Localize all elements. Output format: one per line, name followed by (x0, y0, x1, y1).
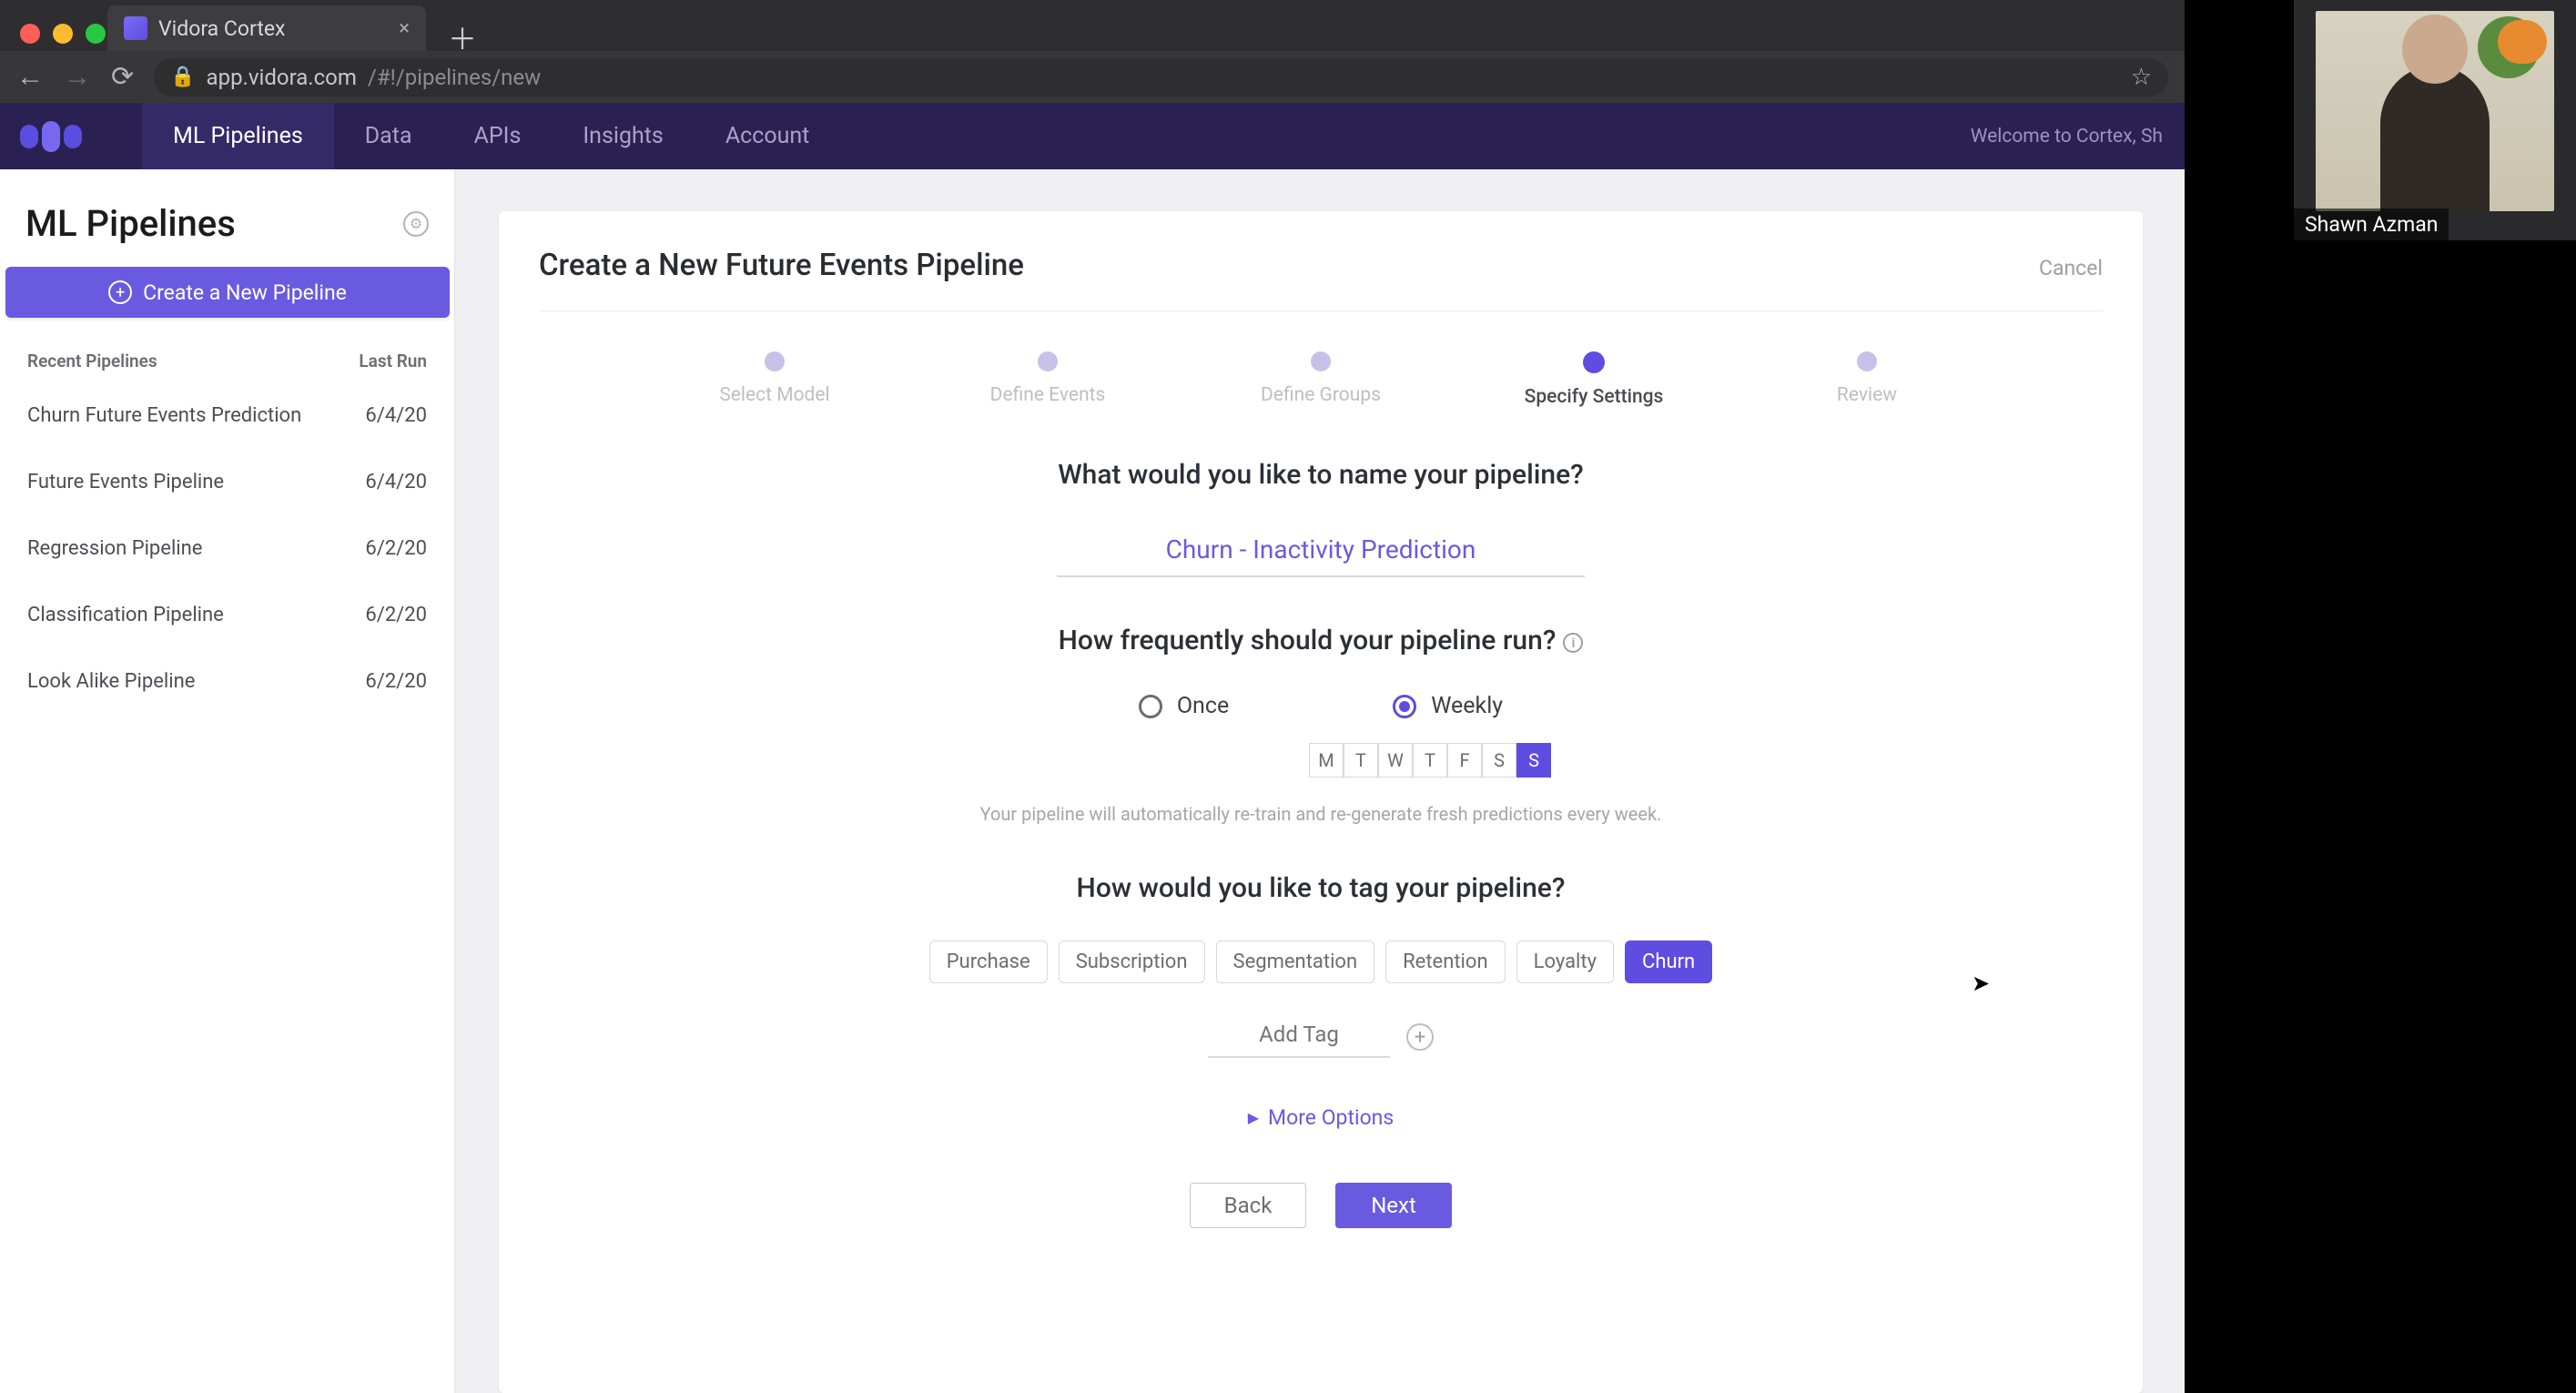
welcome-text: Welcome to Cortex, Sh (1971, 126, 2163, 147)
address-bar[interactable]: 🔒 app.vidora.com /#!/pipelines/new ☆ (154, 58, 2168, 97)
wizard-stepper: Select Model Define Events Define Groups… (539, 351, 2103, 408)
next-button[interactable]: Next (1335, 1183, 1452, 1228)
settings-gear-icon[interactable]: ⚙ (403, 211, 429, 237)
video-participant-tile[interactable]: Shawn Azman (2294, 0, 2576, 240)
browser-tab[interactable]: Vidora Cortex × (107, 5, 426, 51)
col-header-name: Recent Pipelines (27, 351, 157, 371)
forward-icon[interactable]: → (64, 61, 91, 93)
back-icon[interactable]: ← (16, 61, 44, 93)
lock-icon: 🔒 (170, 66, 195, 88)
wizard-card: Create a New Future Events Pipeline Canc… (499, 211, 2143, 1393)
tab-title: Vidora Cortex (158, 16, 388, 41)
sidebar-title: ML Pipelines (25, 202, 236, 245)
mac-window-controls (20, 24, 106, 44)
nav-account[interactable]: Account (695, 103, 841, 169)
step-define-events[interactable]: Define Events (984, 351, 1111, 408)
step-specify-settings[interactable]: Specify Settings (1530, 351, 1658, 408)
minimize-window-icon[interactable] (53, 24, 73, 44)
add-tag-button[interactable]: + (1406, 1023, 1434, 1051)
pipeline-row[interactable]: Future Events Pipeline6/4/20 (0, 449, 454, 515)
more-options-toggle[interactable]: ▶ More Options (539, 1105, 2103, 1130)
step-review[interactable]: Review (1803, 351, 1931, 408)
participant-name: Shawn Azman (2294, 208, 2449, 240)
sidebar: ML Pipelines ⚙ + Create a New Pipeline R… (0, 169, 455, 1393)
recent-pipelines-table: Recent Pipelines Last Run Churn Future E… (0, 351, 454, 715)
tag-loyalty[interactable]: Loyalty (1516, 941, 1614, 983)
address-row: ← → ⟳ 🔒 app.vidora.com /#!/pipelines/new … (0, 51, 2185, 103)
reload-icon[interactable]: ⟳ (111, 61, 134, 93)
radio-weekly[interactable]: Weekly (1393, 693, 1503, 719)
day-thu[interactable]: T (1413, 743, 1447, 778)
create-pipeline-label: Create a New Pipeline (143, 280, 347, 305)
tab-close-icon[interactable]: × (399, 17, 410, 40)
nav-ml-pipelines[interactable]: ML Pipelines (142, 103, 334, 169)
pipeline-name-input[interactable] (1057, 527, 1585, 577)
day-wed[interactable]: W (1378, 743, 1413, 778)
col-header-lastrun: Last Run (359, 351, 427, 371)
nav-data[interactable]: Data (334, 103, 443, 169)
day-tue[interactable]: T (1344, 743, 1378, 778)
cancel-link[interactable]: Cancel (2039, 256, 2103, 280)
favicon-icon (124, 16, 147, 40)
maximize-window-icon[interactable] (86, 24, 106, 44)
question-name: What would you like to name your pipelin… (539, 459, 2103, 491)
tag-row: Purchase Subscription Segmentation Reten… (539, 941, 2103, 983)
app-navbar: ML Pipelines Data APIs Insights Account … (0, 103, 2185, 169)
nav-items: ML Pipelines Data APIs Insights Account (142, 103, 840, 169)
pipeline-row[interactable]: Look Alike Pipeline6/2/20 (0, 648, 454, 715)
nav-insights[interactable]: Insights (552, 103, 694, 169)
tag-churn[interactable]: Churn (1625, 941, 1712, 983)
pipeline-row[interactable]: Regression Pipeline6/2/20 (0, 515, 454, 582)
triangle-right-icon: ▶ (1248, 1109, 1259, 1126)
pipeline-row[interactable]: Classification Pipeline6/2/20 (0, 582, 454, 648)
url-path: /#!/pipelines/new (368, 65, 541, 90)
tag-subscription[interactable]: Subscription (1059, 941, 1205, 983)
person-silhouette-icon (2380, 66, 2490, 211)
radio-once[interactable]: Once (1139, 693, 1229, 719)
info-icon[interactable]: i (1563, 633, 1583, 653)
bookmark-star-icon[interactable]: ☆ (2131, 64, 2152, 91)
day-sat[interactable]: S (1482, 743, 1516, 778)
step-define-groups[interactable]: Define Groups (1257, 351, 1384, 408)
browser-chrome: Vidora Cortex × ＋ ← → ⟳ 🔒 app.vidora.com… (0, 0, 2185, 103)
pipeline-row[interactable]: Churn Future Events Prediction6/4/20 (0, 382, 454, 449)
tag-purchase[interactable]: Purchase (929, 941, 1048, 983)
nav-apis[interactable]: APIs (443, 103, 553, 169)
add-tag-input[interactable] (1208, 1016, 1390, 1058)
frequency-hint: Your pipeline will automatically re-trai… (539, 803, 2103, 825)
day-mon[interactable]: M (1309, 743, 1344, 778)
tag-segmentation[interactable]: Segmentation (1216, 941, 1375, 983)
close-window-icon[interactable] (20, 24, 40, 44)
back-button[interactable]: Back (1190, 1183, 1306, 1228)
plus-circle-icon: + (108, 280, 132, 304)
day-of-week-picker: M T W T F S S (757, 743, 2103, 778)
mouse-cursor-icon: ➤ (1972, 971, 1990, 996)
url-host: app.vidora.com (207, 65, 357, 90)
day-fri[interactable]: F (1447, 743, 1482, 778)
day-sun[interactable]: S (1516, 743, 1551, 778)
page-title: Create a New Future Events Pipeline (539, 248, 1024, 283)
video-feed (2316, 11, 2554, 211)
app-logo-icon[interactable] (20, 117, 86, 156)
create-pipeline-button[interactable]: + Create a New Pipeline (5, 267, 450, 318)
question-frequency: How frequently should your pipeline run?… (539, 625, 2103, 656)
main-area: Create a New Future Events Pipeline Canc… (455, 169, 2185, 1393)
tag-retention[interactable]: Retention (1385, 941, 1505, 983)
step-select-model[interactable]: Select Model (711, 351, 838, 408)
question-tag: How would you like to tag your pipeline? (539, 872, 2103, 904)
